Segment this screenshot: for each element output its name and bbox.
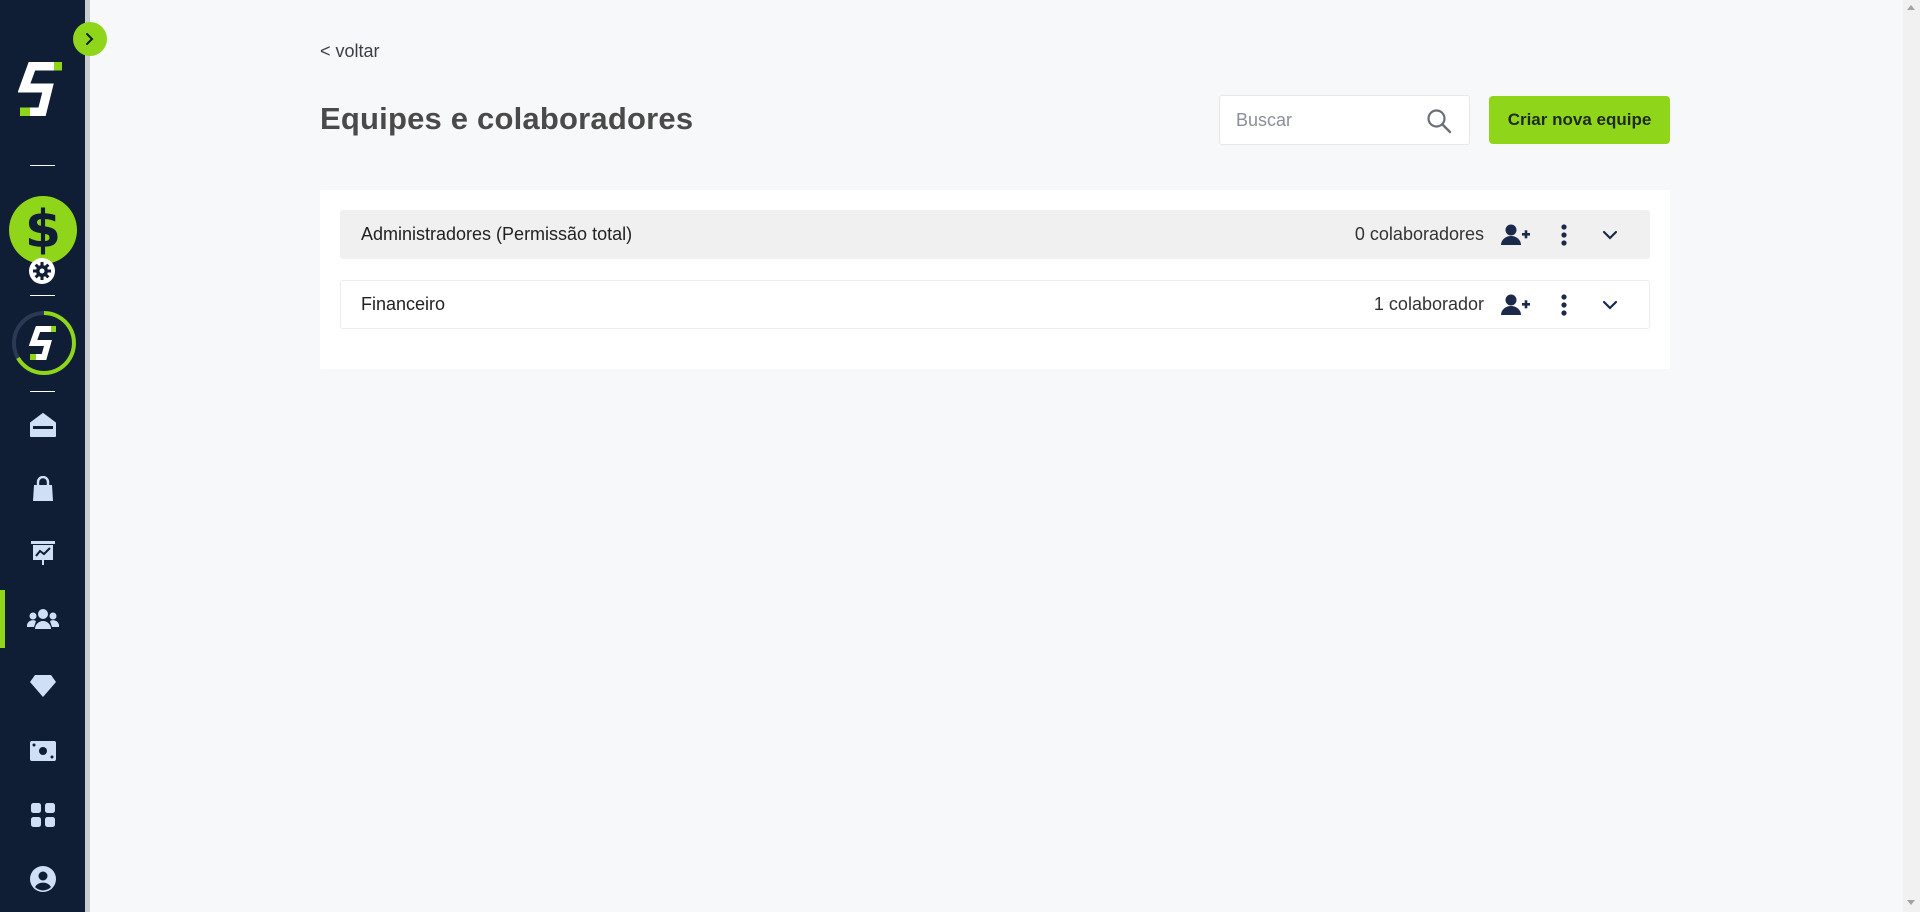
sidebar-item-premium[interactable] — [0, 657, 85, 715]
user-circle-icon — [29, 866, 56, 892]
sidebar-divider — [30, 295, 55, 296]
more-options-icon[interactable] — [1549, 221, 1579, 249]
sidebar-divider — [30, 391, 55, 392]
shopping-bag-icon — [32, 476, 53, 501]
expand-sidebar-button[interactable] — [73, 22, 107, 56]
diamond-icon — [29, 675, 56, 697]
sidebar-item-apps[interactable] — [0, 786, 85, 844]
sidebar-item-money[interactable] — [0, 722, 85, 780]
chevron-right-icon — [86, 33, 94, 45]
chevron-down-icon[interactable] — [1595, 221, 1625, 249]
add-user-icon[interactable] — [1501, 221, 1531, 249]
scroll-down-arrow-icon[interactable] — [1907, 900, 1915, 905]
sidebar-divider — [30, 165, 55, 166]
search-box — [1219, 95, 1470, 145]
progress-ring-logo-icon[interactable] — [10, 309, 78, 377]
home-icon — [29, 413, 56, 437]
sidebar-item-home[interactable] — [0, 396, 85, 454]
search-icon[interactable] — [1426, 108, 1452, 134]
scroll-up-arrow-icon[interactable] — [1907, 5, 1915, 10]
sidebar: $ — [0, 0, 85, 912]
add-user-icon[interactable] — [1501, 291, 1531, 319]
gear-icon[interactable] — [29, 258, 55, 284]
team-name: Administradores (Permissão total) — [361, 224, 633, 244]
users-icon — [26, 609, 59, 629]
sidebar-item-profile[interactable] — [0, 850, 85, 908]
page-title: Equipes e colaboradores — [320, 101, 694, 136]
more-options-icon[interactable] — [1549, 291, 1579, 319]
sidebar-item-presentation[interactable] — [0, 524, 85, 582]
page-scrollbar[interactable] — [1903, 0, 1920, 912]
dollar-icon[interactable]: $ — [9, 196, 77, 264]
team-member-count: 0 colaboradores — [1354, 224, 1484, 244]
dollar-symbol: $ — [24, 200, 62, 260]
chevron-down-icon[interactable] — [1595, 291, 1625, 319]
team-row[interactable]: Financeiro 1 colaborador — [340, 280, 1650, 329]
team-member-count: 1 colaborador — [1373, 294, 1484, 314]
back-link[interactable]: < voltar — [320, 41, 380, 62]
team-name: Financeiro — [361, 294, 446, 314]
brand-logo[interactable] — [17, 61, 68, 117]
search-input[interactable] — [1234, 96, 1414, 144]
sidebar-item-teams[interactable] — [0, 590, 85, 648]
money-bill-icon — [29, 741, 56, 761]
create-team-button[interactable]: Criar nova equipe — [1489, 96, 1670, 144]
teams-list: Administradores (Permissão total) 0 cola… — [320, 190, 1670, 369]
sidebar-edge — [85, 0, 90, 912]
apps-grid-icon — [30, 803, 55, 827]
sidebar-item-shop[interactable] — [0, 460, 85, 518]
team-row[interactable]: Administradores (Permissão total) 0 cola… — [340, 210, 1650, 259]
presentation-chart-icon — [30, 541, 55, 565]
